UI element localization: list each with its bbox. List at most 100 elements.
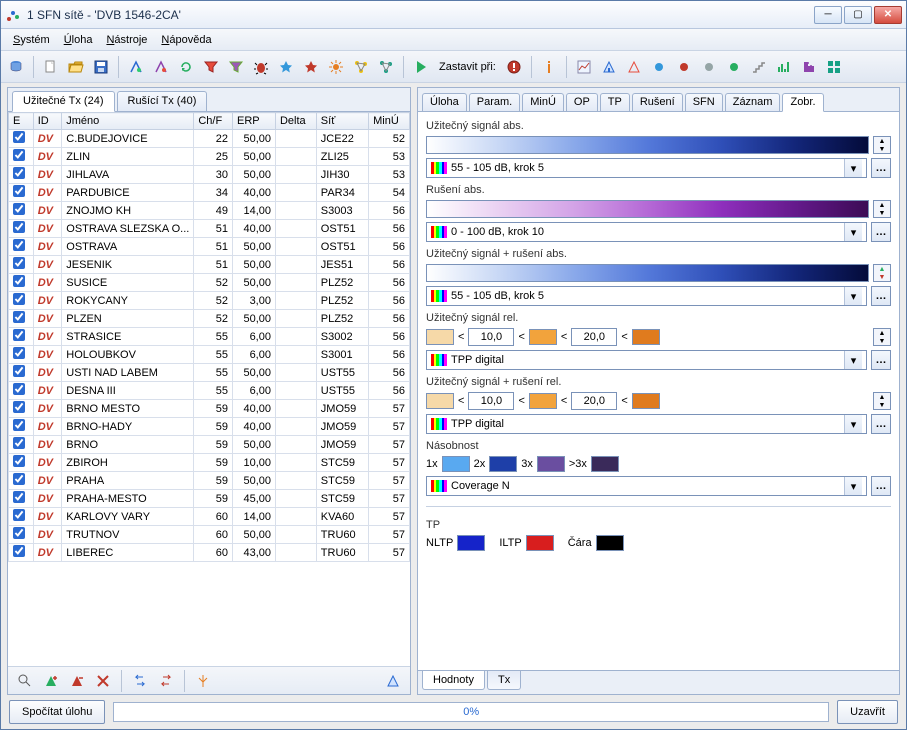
tool-1-icon[interactable] [125, 56, 147, 78]
row-checkbox[interactable] [13, 275, 25, 287]
net2-icon[interactable] [375, 56, 397, 78]
open-icon[interactable] [65, 56, 87, 78]
tpp2-more-button[interactable]: … [871, 414, 891, 434]
mult-g3x-swatch[interactable] [591, 456, 619, 472]
mult-3x-swatch[interactable] [537, 456, 565, 472]
tpp1-more-button[interactable]: … [871, 350, 891, 370]
row-checkbox[interactable] [13, 185, 25, 197]
stop-red-icon[interactable] [503, 56, 525, 78]
rel-high-value[interactable]: 20,0 [571, 328, 617, 346]
rel-swatch-mid[interactable] [529, 329, 557, 345]
table-row[interactable]: DVJESENIK5150,00JES5156 [9, 256, 410, 274]
tab-minu[interactable]: MinÚ [522, 93, 564, 111]
row-checkbox[interactable] [13, 437, 25, 449]
table-row[interactable]: DVSTRASICE556,00S300256 [9, 328, 410, 346]
minimize-button[interactable]: ─ [814, 6, 842, 24]
line-swatch[interactable] [596, 535, 624, 551]
combo-abs-more-button[interactable]: … [871, 286, 891, 306]
table-row[interactable]: DVPRAHA5950,00STC5957 [9, 472, 410, 490]
useful-abs-more-button[interactable]: … [871, 158, 891, 178]
dot-grey-icon[interactable] [698, 56, 720, 78]
btab-tx[interactable]: Tx [487, 671, 521, 690]
useful-abs-spinner[interactable] [873, 136, 891, 154]
useful-rel-spinner[interactable] [873, 328, 891, 346]
puzzle-icon[interactable] [798, 56, 820, 78]
col-sit[interactable]: Síť [316, 113, 368, 130]
interf-abs-dropdown[interactable]: 0 - 100 dB, krok 10 ▾ [426, 222, 867, 242]
menu-nastroje[interactable]: Nástroje [100, 32, 153, 48]
col-e[interactable]: E [9, 113, 34, 130]
row-checkbox[interactable] [13, 491, 25, 503]
dot-blue-icon[interactable] [648, 56, 670, 78]
menu-system[interactable]: Systém [7, 32, 56, 48]
row-checkbox[interactable] [13, 257, 25, 269]
row-checkbox[interactable] [13, 221, 25, 233]
tab-ruseni[interactable]: Rušení [632, 93, 683, 111]
table-row[interactable]: DVKARLOVY VARY6014,00KVA6057 [9, 508, 410, 526]
hist-icon[interactable] [598, 56, 620, 78]
table-row[interactable]: DVROKYCANY523,00PLZ5256 [9, 292, 410, 310]
new-icon[interactable] [40, 56, 62, 78]
table-row[interactable]: DVZBIROH5910,00STC5957 [9, 454, 410, 472]
close-button[interactable]: ✕ [874, 6, 902, 24]
row-checkbox[interactable] [13, 527, 25, 539]
row-checkbox[interactable] [13, 545, 25, 557]
tri-icon[interactable] [623, 56, 645, 78]
table-row[interactable]: DVBRNO-HADY5940,00JMO5957 [9, 418, 410, 436]
tab-uloha[interactable]: Úloha [422, 93, 467, 111]
row-checkbox[interactable] [13, 401, 25, 413]
table-row[interactable]: DVJIHLAVA3050,00JIH3053 [9, 166, 410, 184]
rel2-high-value[interactable]: 20,0 [571, 392, 617, 410]
tab-tp[interactable]: TP [600, 93, 630, 111]
col-minu[interactable]: MinÚ [369, 113, 410, 130]
row-checkbox[interactable] [13, 473, 25, 485]
remove-tx-icon[interactable] [66, 670, 88, 692]
search-tx-icon[interactable] [14, 670, 36, 692]
mult-1x-swatch[interactable] [442, 456, 470, 472]
save-icon[interactable] [90, 56, 112, 78]
col-delta[interactable]: Delta [275, 113, 316, 130]
row-checkbox[interactable] [13, 365, 25, 377]
info-icon[interactable] [538, 56, 560, 78]
chart-icon[interactable] [573, 56, 595, 78]
col-id[interactable]: ID [33, 113, 62, 130]
tab-interf-tx[interactable]: Rušící Tx (40) [117, 91, 208, 111]
tab-zaznam[interactable]: Záznam [725, 93, 781, 111]
tab-op[interactable]: OP [566, 93, 598, 111]
add-tx-icon[interactable] [40, 670, 62, 692]
rel2-swatch-low[interactable] [426, 393, 454, 409]
swap-left-icon[interactable] [129, 670, 151, 692]
delete-tx-icon[interactable] [92, 670, 114, 692]
btab-hodnoty[interactable]: Hodnoty [422, 671, 485, 690]
rel2-swatch-high[interactable] [632, 393, 660, 409]
coverage-dropdown[interactable]: Coverage N ▾ [426, 476, 867, 496]
grid-teal-icon[interactable] [823, 56, 845, 78]
stairs-icon[interactable] [748, 56, 770, 78]
peak-icon[interactable] [382, 670, 404, 692]
table-row[interactable]: DVBRNO5950,00JMO5957 [9, 436, 410, 454]
dot-green-icon[interactable] [723, 56, 745, 78]
rel-swatch-low[interactable] [426, 329, 454, 345]
table-row[interactable]: DVZNOJMO KH4914,00S300356 [9, 202, 410, 220]
table-row[interactable]: DVZLIN2550,00ZLI2553 [9, 148, 410, 166]
maximize-button[interactable]: ▢ [844, 6, 872, 24]
row-checkbox[interactable] [13, 311, 25, 323]
bars-icon[interactable] [773, 56, 795, 78]
row-checkbox[interactable] [13, 149, 25, 161]
table-row[interactable]: DVPRAHA-MESTO5945,00STC5957 [9, 490, 410, 508]
star-blue-icon[interactable] [275, 56, 297, 78]
table-row[interactable]: DVBRNO MESTO5940,00JMO5957 [9, 400, 410, 418]
row-checkbox[interactable] [13, 239, 25, 251]
interf-abs-spinner[interactable] [873, 200, 891, 218]
compute-button[interactable]: Spočítat úlohu [9, 700, 105, 724]
close-task-button[interactable]: Uzavřít [837, 700, 898, 724]
coverage-more-button[interactable]: … [871, 476, 891, 496]
bug-red-icon[interactable] [250, 56, 272, 78]
tab-param[interactable]: Param. [469, 93, 520, 111]
rel2-swatch-mid[interactable] [529, 393, 557, 409]
combo-abs-spinner[interactable] [873, 264, 891, 282]
filter-red-icon[interactable] [200, 56, 222, 78]
rel2-low-value[interactable]: 10,0 [468, 392, 514, 410]
row-checkbox[interactable] [13, 383, 25, 395]
tpp1-dropdown[interactable]: TPP digital ▾ [426, 350, 867, 370]
